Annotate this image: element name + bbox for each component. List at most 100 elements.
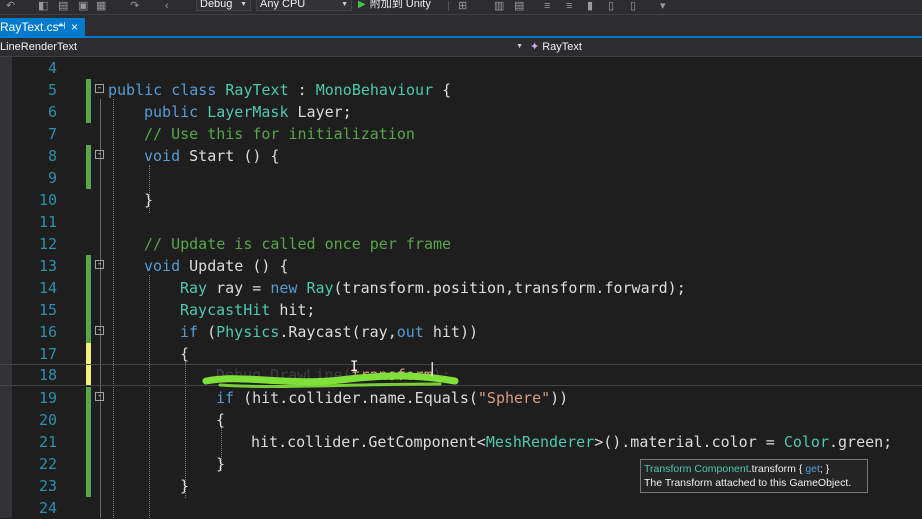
close-icon[interactable]: × bbox=[71, 18, 78, 36]
line-number: 14 bbox=[38, 279, 57, 297]
code-line[interactable]: 6 public LayerMask Layer; bbox=[0, 101, 922, 123]
line-number: 11 bbox=[38, 213, 57, 231]
collapse-icon[interactable]: - bbox=[95, 326, 104, 335]
project-dropdown[interactable]: LineRenderText ▼ bbox=[0, 39, 525, 55]
change-indicator bbox=[86, 475, 91, 497]
code-text: public LayerMask Layer; bbox=[144, 103, 352, 121]
prev-bookmark-icon[interactable]: ▯ bbox=[608, 0, 614, 12]
code-line[interactable]: 20 { bbox=[0, 409, 922, 431]
change-indicator bbox=[86, 431, 91, 453]
code-line[interactable]: 4 bbox=[0, 57, 922, 79]
code-editor[interactable]: 4 5 - public class RayText : MonoBehavio… bbox=[0, 57, 922, 518]
collapse-icon[interactable]: - bbox=[95, 150, 104, 159]
code-text: } bbox=[180, 477, 190, 495]
line-number: 10 bbox=[38, 191, 57, 209]
code-comment: // Update is called once per frame bbox=[144, 235, 452, 253]
tab-raytext-cs[interactable]: RayText.cs* ⊣ × bbox=[0, 18, 85, 36]
line-number: 7 bbox=[47, 125, 57, 143]
code-line[interactable]: 16 - if (Physics.Raycast(ray,out hit)) bbox=[0, 321, 922, 343]
collapse-icon[interactable]: - bbox=[95, 260, 104, 269]
quick-info-tooltip: Transform Component.transform { get; } T… bbox=[640, 459, 868, 493]
change-indicator bbox=[86, 365, 91, 385]
chevron-down-icon: ▼ bbox=[341, 1, 348, 8]
save-all-icon[interactable]: ▦ bbox=[96, 0, 106, 12]
code-text: if (Physics.Raycast(ray,out hit)) bbox=[180, 323, 479, 341]
code-line-current[interactable]: 18 Debug.DrawLine(transform); bbox=[0, 364, 922, 386]
code-text: } bbox=[144, 191, 154, 209]
navigation-bar: LineRenderText ▼ ✦ RayText bbox=[0, 38, 922, 57]
chevron-down-icon: ▼ bbox=[516, 43, 523, 50]
code-line[interactable]: 21 hit.collider.GetComponent<MeshRendere… bbox=[0, 431, 922, 453]
navigate-back-icon[interactable]: ‹ bbox=[165, 0, 169, 12]
code-text: public class RayText : MonoBehaviour { bbox=[108, 81, 452, 99]
change-indicator bbox=[86, 79, 91, 101]
code-line[interactable]: 19 - if (hit.collider.name.Equals("Spher… bbox=[0, 387, 922, 409]
redo-icon[interactable]: ↷ bbox=[130, 0, 139, 12]
change-indicator bbox=[86, 387, 91, 409]
line-number: 8 bbox=[47, 147, 57, 165]
code-line[interactable]: 17 { bbox=[0, 343, 922, 365]
code-line[interactable]: 24 bbox=[0, 497, 922, 519]
bookmark-icon[interactable]: ▮ bbox=[587, 0, 593, 12]
mouse-ibeam-icon: I bbox=[350, 359, 359, 375]
line-number: 5 bbox=[47, 81, 57, 99]
change-indicator bbox=[86, 101, 91, 123]
open-file-icon[interactable]: ▤ bbox=[58, 0, 68, 12]
change-indicator bbox=[86, 321, 91, 343]
new-item-icon[interactable]: ◧ bbox=[38, 0, 48, 12]
next-bookmark-icon[interactable]: ▯ bbox=[630, 0, 636, 12]
code-line[interactable]: 11 bbox=[0, 211, 922, 233]
indent-icon[interactable]: ≡ bbox=[544, 0, 550, 12]
line-number: 24 bbox=[38, 499, 57, 517]
code-line[interactable]: 8 - void Start () { bbox=[0, 145, 922, 167]
start-debug-label: 附加到 Unity bbox=[369, 0, 431, 10]
comment-icon[interactable]: ▥ bbox=[494, 0, 504, 12]
collapse-icon[interactable]: - bbox=[95, 392, 104, 401]
chevron-down-icon: ▼ bbox=[240, 1, 247, 8]
code-line[interactable]: 15 RaycastHit hit; bbox=[0, 299, 922, 321]
line-number: 4 bbox=[47, 59, 57, 77]
change-indicator bbox=[86, 299, 91, 321]
line-number: 9 bbox=[47, 169, 57, 187]
pin-icon[interactable]: ⊣ bbox=[57, 18, 66, 36]
code-text: { bbox=[216, 411, 226, 429]
text-caret: | bbox=[428, 361, 437, 377]
toolbar-divider bbox=[448, 1, 449, 11]
undo-icon[interactable]: ↶ bbox=[6, 0, 15, 12]
code-line[interactable]: 14 Ray ray = new Ray(transform.position,… bbox=[0, 277, 922, 299]
code-line[interactable]: 13 - void Update () { bbox=[0, 255, 922, 277]
uncomment-icon[interactable]: ▤ bbox=[514, 0, 524, 12]
line-number: 17 bbox=[38, 345, 57, 363]
collapse-icon[interactable]: - bbox=[95, 84, 104, 93]
change-indicator bbox=[86, 255, 91, 277]
save-icon[interactable]: ▣ bbox=[78, 0, 88, 12]
class-icon: ✦ bbox=[530, 41, 540, 53]
project-name: LineRenderText bbox=[0, 41, 78, 53]
tooltip-signature: Transform Component.transform { get; } bbox=[644, 463, 830, 475]
code-line[interactable]: 7 // Use this for initialization bbox=[0, 123, 922, 145]
tooltip-description: The Transform attached to this GameObjec… bbox=[644, 477, 852, 489]
type-name: RayText bbox=[542, 41, 582, 53]
code-text: RaycastHit hit; bbox=[180, 301, 316, 319]
annotation-scribble bbox=[202, 372, 459, 389]
code-line[interactable]: 12 // Update is called once per frame bbox=[0, 233, 922, 255]
change-indicator bbox=[86, 453, 91, 475]
code-text: void Start () { bbox=[144, 147, 280, 165]
toolbar-overflow-icon[interactable]: ▾ bbox=[660, 0, 666, 12]
line-number: 13 bbox=[38, 257, 57, 275]
start-debug-button[interactable]: ▶ 附加到 Unity bbox=[358, 0, 431, 12]
line-number: 6 bbox=[47, 103, 57, 121]
code-line[interactable]: 9 bbox=[0, 167, 922, 189]
code-text: { bbox=[180, 345, 190, 363]
line-number: 12 bbox=[38, 235, 57, 253]
browse-icon[interactable]: ⊞ bbox=[458, 0, 467, 12]
main-toolbar: ↶ ◧ ▤ ▣ ▦ ↷ ‹ Debug ▼ Any CPU ▼ ▶ 附加到 Uni… bbox=[0, 0, 922, 15]
code-line[interactable]: 5 - public class RayText : MonoBehaviour… bbox=[0, 79, 922, 101]
line-number: 20 bbox=[38, 411, 57, 429]
configuration-dropdown[interactable]: Debug ▼ bbox=[196, 0, 251, 11]
type-dropdown[interactable]: ✦ RayText bbox=[530, 39, 922, 55]
platform-dropdown[interactable]: Any CPU ▼ bbox=[256, 0, 352, 11]
code-line[interactable]: 10 } bbox=[0, 189, 922, 211]
line-number: 22 bbox=[38, 455, 57, 473]
outdent-icon[interactable]: ≡ bbox=[566, 0, 572, 12]
